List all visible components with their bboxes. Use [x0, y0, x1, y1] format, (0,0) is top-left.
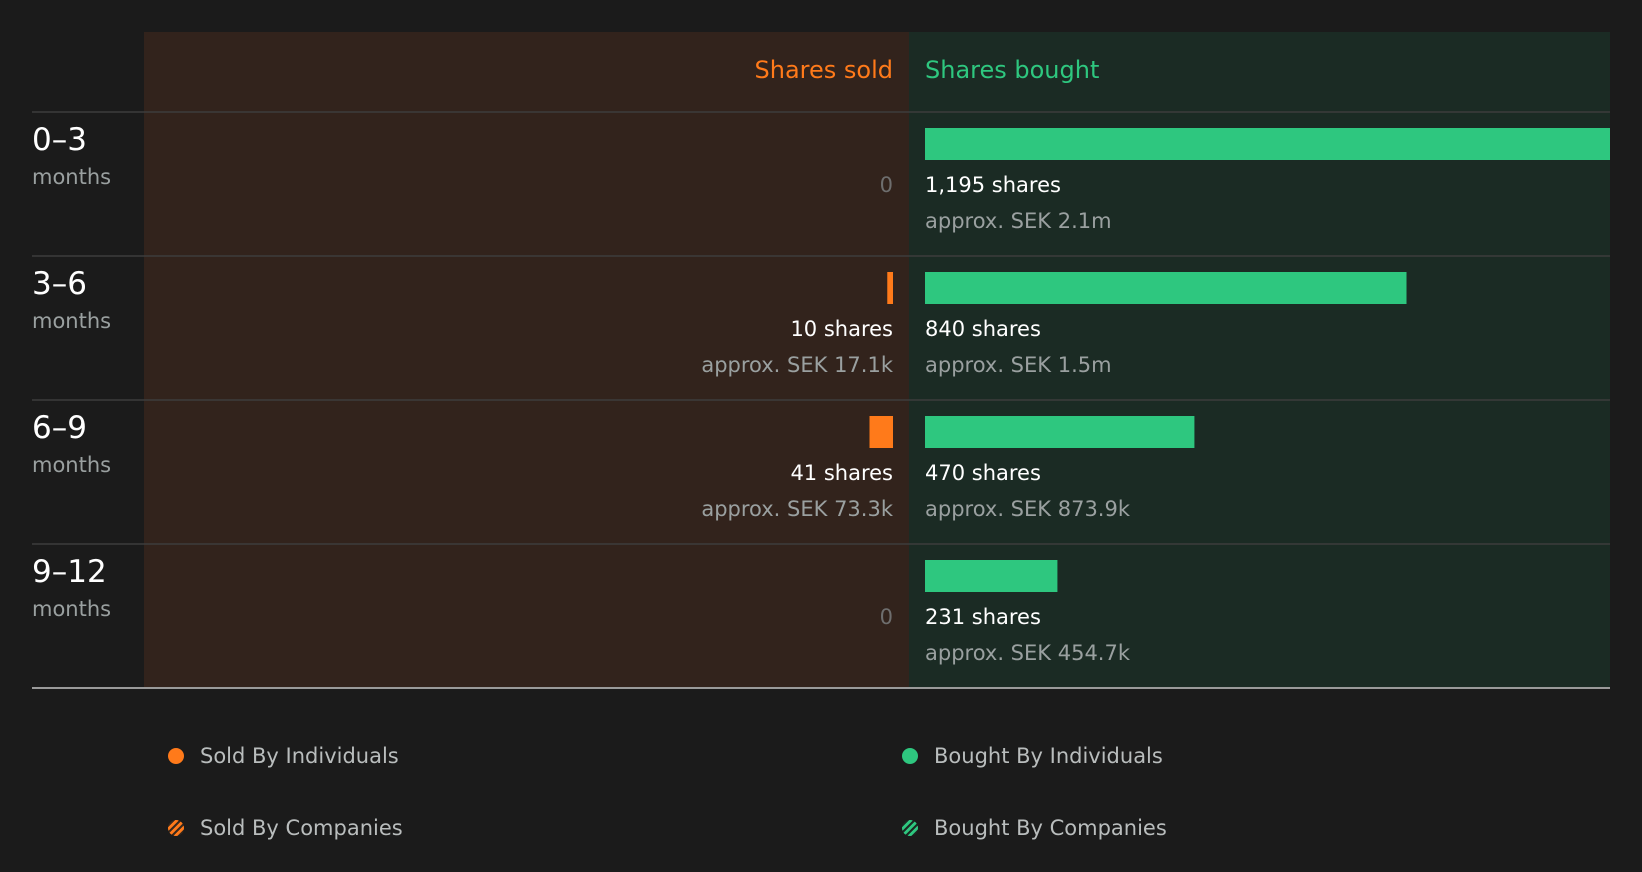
bought-value-label: 840 shares: [925, 317, 1041, 341]
legend-label-sold-companies: Sold By Companies: [200, 816, 403, 840]
bought-approx-label: approx. SEK 454.7k: [925, 641, 1131, 665]
legend-swatch-bought-individuals: [902, 748, 918, 764]
legend-item-sold-individuals[interactable]: Sold By Individuals: [168, 744, 399, 768]
bought-approx-label: approx. SEK 873.9k: [925, 497, 1131, 521]
legend-label-bought-companies: Bought By Companies: [934, 816, 1167, 840]
row-label-unit: months: [32, 597, 111, 621]
row-label-range: 9–12: [32, 554, 107, 590]
sold-value-label: 41 shares: [790, 461, 893, 485]
bought-value-label: 470 shares: [925, 461, 1041, 485]
legend-item-bought-individuals[interactable]: Bought By Individuals: [902, 744, 1163, 768]
legend-swatch-sold-individuals: [168, 748, 184, 764]
sold-zero-label: 0: [880, 173, 893, 197]
chart-legend: Sold By Individuals Bought By Individual…: [0, 720, 1642, 872]
bought-value-label: 1,195 shares: [925, 173, 1061, 197]
row-label-unit: months: [32, 309, 111, 333]
bought-bar: [925, 560, 1058, 592]
bought-approx-label: approx. SEK 2.1m: [925, 209, 1112, 233]
bought-value-label: 231 shares: [925, 605, 1041, 629]
legend-swatch-sold-companies: [168, 820, 184, 836]
bought-bar: [925, 128, 1610, 160]
bought-approx-label: approx. SEK 1.5m: [925, 353, 1112, 377]
bought-bar: [925, 416, 1195, 448]
sold-value-label: 10 shares: [790, 317, 893, 341]
row-label-range: 6–9: [32, 410, 87, 446]
sold-bar: [887, 272, 893, 304]
legend-label-sold-individuals: Sold By Individuals: [200, 744, 399, 768]
header-shares-sold: Shares sold: [755, 56, 893, 84]
row-label-unit: months: [32, 453, 111, 477]
insider-trading-chart: Shares sold Shares bought 0–3 months 0 1,195 …: [32, 32, 1610, 689]
legend-item-sold-companies[interactable]: Sold By Companies: [168, 816, 403, 840]
row-label-range: 0–3: [32, 122, 87, 158]
legend-item-bought-companies[interactable]: Bought By Companies: [902, 816, 1167, 840]
bought-bar: [925, 272, 1407, 304]
sold-bar: [869, 416, 893, 448]
sold-approx-label: approx. SEK 73.3k: [701, 497, 893, 521]
legend-swatch-bought-companies: [902, 820, 918, 836]
row-label-unit: months: [32, 165, 111, 189]
legend-label-bought-individuals: Bought By Individuals: [934, 744, 1163, 768]
row-label-range: 3–6: [32, 266, 87, 302]
header-shares-bought: Shares bought: [925, 56, 1099, 84]
sold-approx-label: approx. SEK 17.1k: [701, 353, 893, 377]
sold-zero-label: 0: [880, 605, 893, 629]
